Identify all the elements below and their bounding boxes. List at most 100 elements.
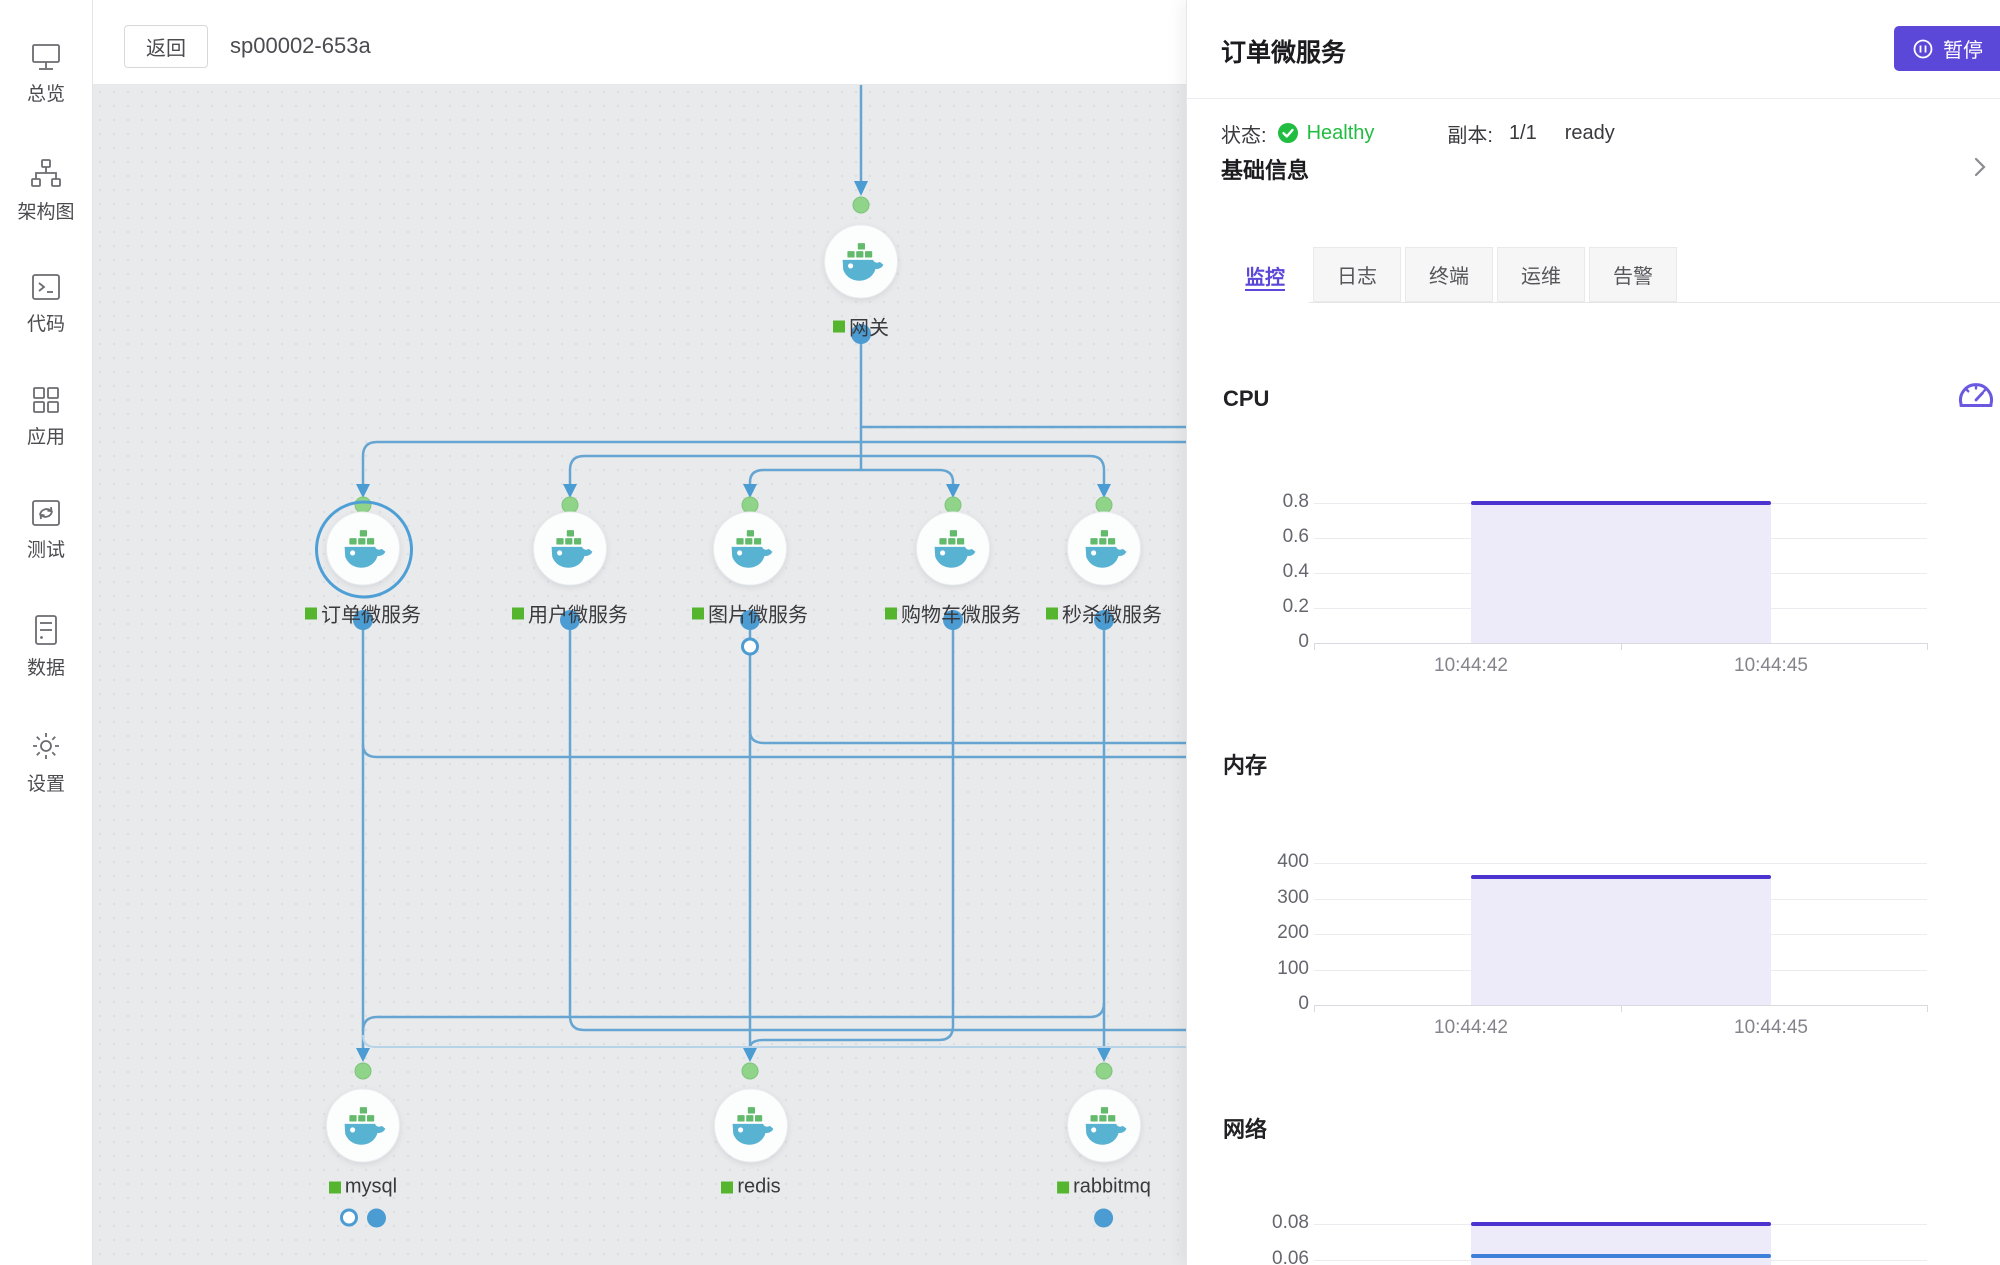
- series-line-net-out: [1471, 1222, 1771, 1226]
- node-dot-row: [1095, 1208, 1114, 1228]
- node-circle[interactable]: [824, 225, 898, 299]
- y-tick-label: 100: [1223, 958, 1309, 980]
- node-circle[interactable]: [326, 512, 400, 586]
- sidebar-item-label: 总览: [27, 79, 65, 106]
- node-circle[interactable]: [1067, 512, 1141, 586]
- topology-canvas[interactable]: 网关订单微服务 用户微服务图片微服务 购物车微服务秒杀微服务 mysql redis ra…: [93, 85, 1186, 1265]
- tab-日志[interactable]: 日志: [1313, 247, 1401, 302]
- gauge-icon[interactable]: [1955, 376, 1997, 416]
- green-status-square: [305, 607, 317, 619]
- instance-dot-open: [340, 1209, 358, 1227]
- node-circle[interactable]: [533, 512, 607, 586]
- series-line-memory: [1471, 875, 1771, 879]
- node-label: 订单微服务: [305, 599, 421, 628]
- healthy-check-icon: [1276, 121, 1300, 145]
- architecture-icon: [29, 158, 63, 190]
- docker-icon: [1080, 528, 1128, 570]
- section-label: CPU: [1223, 386, 1269, 412]
- series-fill: [1471, 877, 1771, 1005]
- apps-icon: [30, 385, 62, 415]
- docker-icon: [727, 1105, 775, 1147]
- tab-运维[interactable]: 运维: [1497, 247, 1585, 302]
- node-rabbitmq[interactable]: rabbitmq: [1057, 1089, 1151, 1228]
- y-tick-label: 0.2: [1223, 596, 1309, 618]
- back-button[interactable]: 返回: [124, 25, 208, 68]
- instance-dot-open: [741, 638, 759, 656]
- code-icon: [30, 272, 62, 302]
- node-label: 图片微服务: [692, 599, 808, 628]
- sidebar-item-label: 代码: [27, 309, 65, 336]
- tab-监控[interactable]: 监控: [1221, 247, 1309, 303]
- green-status-square: [833, 320, 845, 332]
- y-tick-label: 0.4: [1223, 561, 1309, 583]
- instance-dot-filled: [1095, 1208, 1114, 1227]
- sidebar-item-overview[interactable]: 总览: [0, 42, 92, 106]
- pause-button[interactable]: 暂停: [1894, 26, 2000, 71]
- pause-label: 暂停: [1943, 34, 1983, 63]
- series-line-cpu: [1471, 501, 1771, 505]
- x-tick-label: 10:44:42: [1411, 1017, 1531, 1039]
- node-circle[interactable]: [916, 512, 990, 586]
- y-tick-label: 300: [1223, 887, 1309, 909]
- detail-panel: 订单微服务 暂停 状态: Healthy 副本: 1/1 ready 基础信息: [1186, 0, 2000, 1265]
- node-image[interactable]: 图片微服务: [692, 512, 808, 657]
- pause-icon: [1912, 38, 1934, 60]
- node-label: rabbitmq: [1057, 1176, 1151, 1199]
- node-user[interactable]: 用户微服务: [512, 512, 628, 657]
- status-label: 状态:: [1221, 119, 1267, 148]
- instance-dot-filled: [367, 1208, 386, 1227]
- y-tick-label: 0: [1223, 993, 1309, 1015]
- tab-终端[interactable]: 终端: [1405, 247, 1493, 302]
- node-circle[interactable]: [713, 512, 787, 586]
- node-mysql[interactable]: mysql: [326, 1089, 400, 1228]
- node-circle[interactable]: [714, 1089, 788, 1163]
- node-dot-row: [340, 1208, 386, 1228]
- green-status-square: [721, 1181, 733, 1193]
- divider: [1187, 98, 2000, 99]
- green-status-square: [1046, 607, 1058, 619]
- node-cart[interactable]: 购物车微服务: [885, 512, 1021, 657]
- x-tick-label: 10:44:42: [1411, 655, 1531, 677]
- canvas-toolbar: 返回 sp00002-653a: [93, 0, 1186, 85]
- sidebar-item-apps[interactable]: 应用: [0, 385, 92, 449]
- basic-info-heading: 基础信息: [1221, 153, 1309, 185]
- sidebar-item-label: 数据: [27, 653, 65, 680]
- y-tick-label: 400: [1223, 851, 1309, 873]
- docker-icon: [1080, 1105, 1128, 1147]
- node-order[interactable]: 订单微服务: [305, 512, 421, 657]
- tab-告警[interactable]: 告警: [1589, 247, 1677, 302]
- node-circle[interactable]: [326, 1089, 400, 1163]
- panel-title: 订单微服务: [1221, 33, 1346, 69]
- replica-value: 1/1: [1509, 122, 1537, 145]
- sidebar-item-settings[interactable]: 设置: [0, 730, 92, 796]
- series-line-net-in: [1471, 1254, 1771, 1258]
- section-label: 内存: [1223, 748, 1267, 780]
- instance-id-label: sp00002-653a: [230, 33, 371, 59]
- sidebar-item-architecture[interactable]: 架构图: [0, 158, 92, 224]
- node-circle[interactable]: [1067, 1089, 1141, 1163]
- tab-bar: 监控日志终端运维告警: [1187, 247, 2000, 303]
- series-fill: [1471, 503, 1771, 643]
- node-gateway[interactable]: 网关: [824, 225, 898, 370]
- sidebar-item-test[interactable]: 测试: [0, 498, 92, 562]
- replica-label: 副本:: [1447, 119, 1493, 148]
- sidebar-item-data[interactable]: 数据: [0, 614, 92, 680]
- node-dot-row: [741, 637, 759, 657]
- chevron-right-icon[interactable]: [1971, 156, 1989, 178]
- sidebar-item-code[interactable]: 代码: [0, 272, 92, 336]
- y-tick-label: 0.08: [1223, 1212, 1309, 1234]
- node-seckill[interactable]: 秒杀微服务: [1046, 512, 1162, 657]
- docker-icon: [929, 528, 977, 570]
- app-root: 总览架构图代码应用测试数据设置 « 返回 sp00002-653a: [0, 0, 2000, 1265]
- data-icon: [31, 614, 61, 646]
- status-row: 状态: Healthy 副本: 1/1 ready: [1221, 120, 1615, 146]
- replica-state: ready: [1565, 122, 1615, 145]
- node-redis[interactable]: redis: [714, 1089, 788, 1228]
- y-tick-label: 0.06: [1223, 1248, 1309, 1265]
- y-tick-label: 0: [1223, 631, 1309, 653]
- x-tick-label: 10:44:45: [1711, 1017, 1831, 1039]
- node-label: 网关: [833, 312, 889, 341]
- green-status-square: [512, 607, 524, 619]
- node-label: 购物车微服务: [885, 599, 1021, 628]
- status-value: Healthy: [1307, 122, 1375, 145]
